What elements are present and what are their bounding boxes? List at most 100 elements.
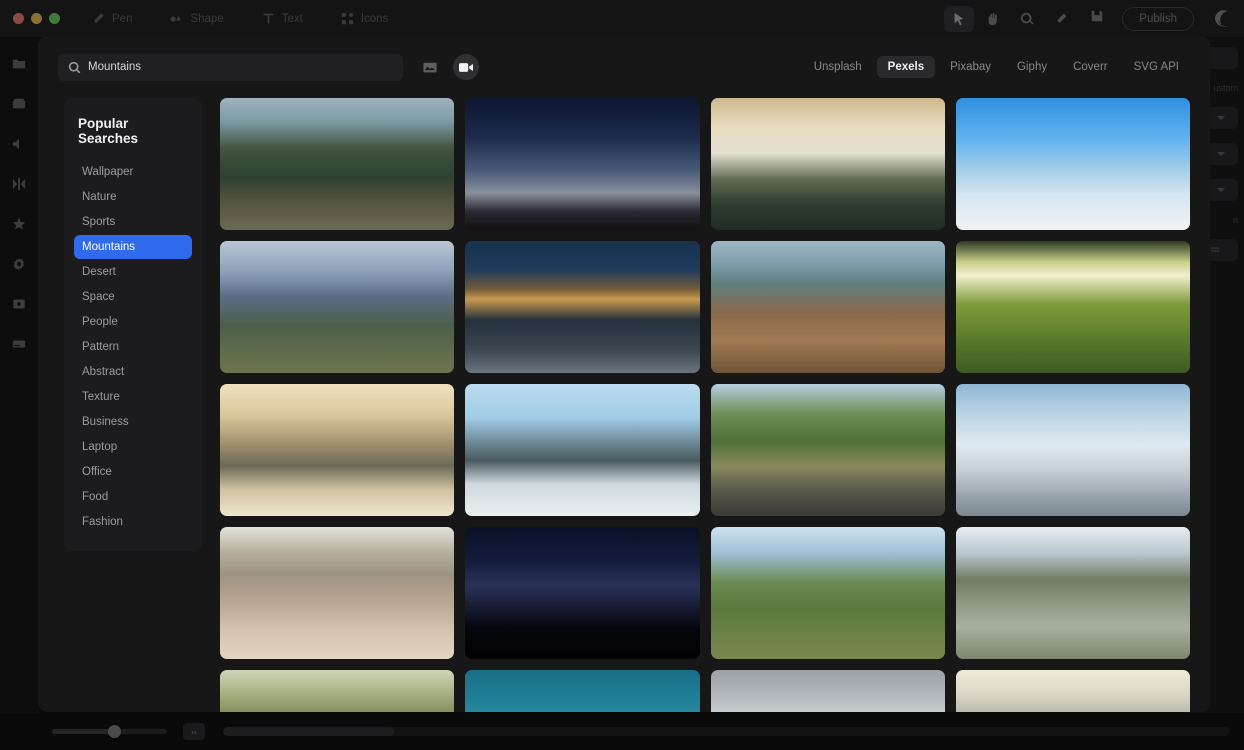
result-tile[interactable] — [711, 241, 945, 373]
result-tile[interactable] — [220, 241, 454, 373]
tool-shape[interactable]: Shape — [164, 8, 229, 29]
popular-search-item-texture[interactable]: Texture — [74, 385, 192, 409]
hand-icon[interactable] — [978, 6, 1008, 32]
popular-search-item-space[interactable]: Space — [74, 285, 192, 309]
result-tile[interactable] — [956, 384, 1190, 516]
popular-search-item-pattern[interactable]: Pattern — [74, 335, 192, 359]
tool-text[interactable]: Text — [256, 8, 309, 29]
tool-shape-label: Shape — [190, 13, 223, 25]
source-tab-unsplash[interactable]: Unsplash — [803, 56, 873, 78]
tool-icons[interactable]: Icons — [335, 8, 395, 29]
brand-logo-icon[interactable] — [1210, 7, 1234, 31]
popular-search-item-abstract[interactable]: Abstract — [74, 360, 192, 384]
search-icon — [68, 61, 81, 74]
result-tile[interactable] — [711, 527, 945, 659]
search-wrapper — [58, 54, 403, 81]
popular-search-item-fashion[interactable]: Fashion — [74, 510, 192, 534]
popular-search-item-laptop[interactable]: Laptop — [74, 435, 192, 459]
result-tile[interactable] — [465, 241, 699, 373]
zoom-slider-knob[interactable] — [108, 725, 121, 738]
popular-searches-panel: Popular Searches WallpaperNatureSportsMo… — [64, 98, 202, 551]
folder-icon[interactable] — [6, 51, 32, 77]
publish-button[interactable]: Publish — [1122, 7, 1194, 31]
clapper-icon[interactable] — [6, 91, 32, 117]
window-controls[interactable] — [0, 13, 74, 24]
save-icon[interactable] — [1090, 9, 1104, 28]
result-tile[interactable] — [465, 384, 699, 516]
result-tile[interactable] — [220, 670, 454, 712]
close-window-button[interactable] — [13, 13, 24, 24]
result-thumbnail — [956, 670, 1190, 712]
result-tile[interactable] — [956, 241, 1190, 373]
photo-toggle[interactable] — [417, 54, 443, 80]
zoom-slider[interactable] — [52, 729, 167, 734]
popular-search-item-nature[interactable]: Nature — [74, 185, 192, 209]
text-icon — [262, 12, 275, 25]
result-tile[interactable] — [220, 98, 454, 230]
left-rail — [0, 37, 38, 750]
star-icon[interactable] — [6, 211, 32, 237]
timeline-scrollbar-thumb[interactable] — [223, 727, 394, 736]
popular-search-item-wallpaper[interactable]: Wallpaper — [74, 160, 192, 184]
tool-text-label: Text — [282, 13, 303, 25]
result-thumbnail — [711, 98, 945, 230]
popular-search-item-office[interactable]: Office — [74, 460, 192, 484]
titlebar-right-tools: Publish — [944, 6, 1244, 32]
popular-search-item-business[interactable]: Business — [74, 410, 192, 434]
popular-search-item-mountains[interactable]: Mountains — [74, 235, 192, 259]
source-tab-svg-api[interactable]: SVG API — [1123, 56, 1190, 78]
source-tab-coverr[interactable]: Coverr — [1062, 56, 1119, 78]
transition-icon[interactable] — [6, 171, 32, 197]
result-thumbnail — [956, 241, 1190, 373]
result-thumbnail — [220, 670, 454, 712]
zoom-icon[interactable] — [1012, 6, 1042, 32]
result-thumbnail — [220, 527, 454, 659]
result-tile[interactable] — [220, 384, 454, 516]
gear-icon[interactable] — [6, 251, 32, 277]
popular-searches-title: Popular Searches — [78, 116, 188, 146]
result-tile[interactable] — [711, 384, 945, 516]
video-toggle[interactable] — [453, 54, 479, 80]
result-tile[interactable] — [956, 527, 1190, 659]
result-tile[interactable] — [465, 98, 699, 230]
result-tile[interactable] — [711, 98, 945, 230]
eraser-icon[interactable] — [1046, 6, 1076, 32]
result-tile[interactable] — [956, 670, 1190, 712]
result-thumbnail — [956, 384, 1190, 516]
fit-to-screen-button[interactable]: ›‹ — [183, 723, 205, 740]
timeline-scrollbar[interactable] — [223, 727, 1230, 736]
result-tile[interactable] — [465, 670, 699, 712]
shape-icon — [170, 12, 183, 25]
result-tile[interactable] — [220, 527, 454, 659]
tool-pen[interactable]: Pen — [86, 8, 138, 29]
maximize-window-button[interactable] — [49, 13, 60, 24]
modal-body: Popular Searches WallpaperNatureSportsMo… — [38, 98, 1210, 712]
cursor-icon[interactable] — [944, 6, 974, 32]
result-thumbnail — [465, 527, 699, 659]
popular-search-item-people[interactable]: People — [74, 310, 192, 334]
source-tab-pexels[interactable]: Pexels — [877, 56, 935, 78]
result-tile[interactable] — [956, 98, 1190, 230]
media-type-toggles — [417, 54, 479, 80]
source-tab-pixabay[interactable]: Pixabay — [939, 56, 1002, 78]
popular-search-item-sports[interactable]: Sports — [74, 210, 192, 234]
caption-icon[interactable] — [6, 331, 32, 357]
toolbar-tools: Pen Shape Text Icons — [86, 8, 394, 29]
custom-label: ustom — [1213, 83, 1238, 93]
pen-icon — [92, 12, 105, 25]
popular-search-item-food[interactable]: Food — [74, 485, 192, 509]
popular-search-item-desert[interactable]: Desert — [74, 260, 192, 284]
source-tabs: Unsplash Pexels Pixabay Giphy Coverr SVG… — [803, 56, 1190, 78]
result-tile[interactable] — [711, 670, 945, 712]
image-icon[interactable] — [6, 291, 32, 317]
popular-searches-list: WallpaperNatureSportsMountainsDesertSpac… — [74, 160, 192, 534]
result-thumbnail — [465, 241, 699, 373]
search-input[interactable] — [58, 54, 403, 81]
results-scroll-area[interactable] — [220, 98, 1190, 712]
audio-icon[interactable] — [6, 131, 32, 157]
minimize-window-button[interactable] — [31, 13, 42, 24]
result-thumbnail — [711, 384, 945, 516]
source-tab-giphy[interactable]: Giphy — [1006, 56, 1058, 78]
zoom-slider-fill — [52, 729, 112, 734]
result-tile[interactable] — [465, 527, 699, 659]
